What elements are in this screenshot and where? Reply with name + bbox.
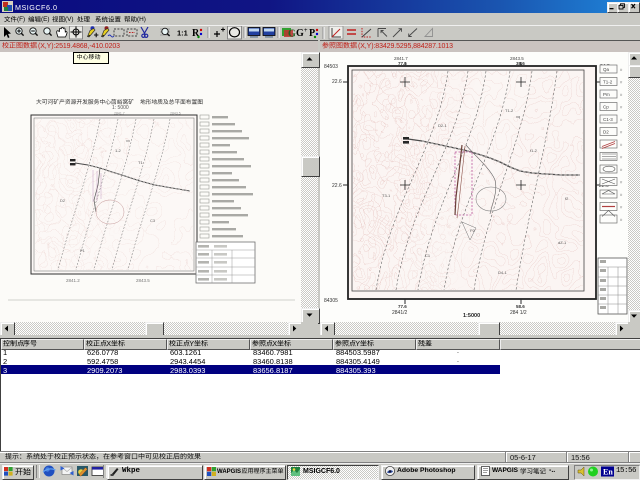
svg-text:G: G [288, 29, 296, 40]
svg-text:77.6: 77.6 [398, 61, 407, 66]
svg-text:P1: P1 [80, 248, 86, 253]
svg-text:+: + [304, 28, 308, 34]
svg-text:Cp: Cp [603, 105, 609, 110]
svg-text:T1-2: T1-2 [603, 80, 613, 85]
svg-text:38.6: 38.6 [516, 61, 525, 66]
svg-text:22.6: 22.6 [332, 183, 342, 189]
svg-text:f1-2: f1-2 [530, 148, 538, 153]
svg-text:Qa: Qa [603, 67, 610, 72]
svg-text:C1-3: C1-3 [603, 117, 613, 122]
svg-text:2841/2: 2841/2 [392, 310, 408, 316]
svg-text:T1: T1 [138, 160, 143, 165]
svg-text:22.6: 22.6 [332, 79, 342, 85]
svg-text:84305: 84305 [324, 298, 338, 304]
svg-text:C3: C3 [150, 218, 156, 223]
svg-text:P2: P2 [470, 228, 476, 233]
svg-text:284 1/2: 284 1/2 [510, 310, 527, 316]
svg-text:T1-2: T1-2 [505, 108, 514, 113]
svg-text:D4-1: D4-1 [498, 270, 507, 275]
svg-text:58.6: 58.6 [516, 304, 525, 309]
svg-text:D2-1: D2-1 [438, 123, 447, 128]
svg-text:xx: xx [126, 138, 130, 143]
svg-text:2841.7: 2841.7 [114, 112, 125, 116]
svg-text:T3-1: T3-1 [382, 193, 391, 198]
svg-text:dZ-1: dZ-1 [558, 240, 567, 245]
svg-text:77.6: 77.6 [398, 304, 407, 309]
svg-text:1:1: 1:1 [177, 29, 188, 38]
svg-text:1-2: 1-2 [115, 148, 122, 153]
svg-text:2843.5: 2843.5 [136, 278, 150, 283]
svg-text:G: G [296, 28, 304, 39]
svg-text:D2: D2 [60, 198, 66, 203]
svg-text:D2: D2 [603, 130, 609, 135]
svg-text:1:5000: 1:5000 [463, 313, 480, 319]
svg-text:2841.2: 2841.2 [66, 278, 80, 283]
svg-text:C1: C1 [425, 253, 431, 258]
svg-text:Pm: Pm [603, 92, 610, 97]
svg-text:xq: xq [516, 114, 520, 119]
svg-text:En: En [603, 468, 613, 477]
svg-text:84503: 84503 [324, 64, 338, 70]
svg-text:2843.5: 2843.5 [170, 112, 181, 116]
